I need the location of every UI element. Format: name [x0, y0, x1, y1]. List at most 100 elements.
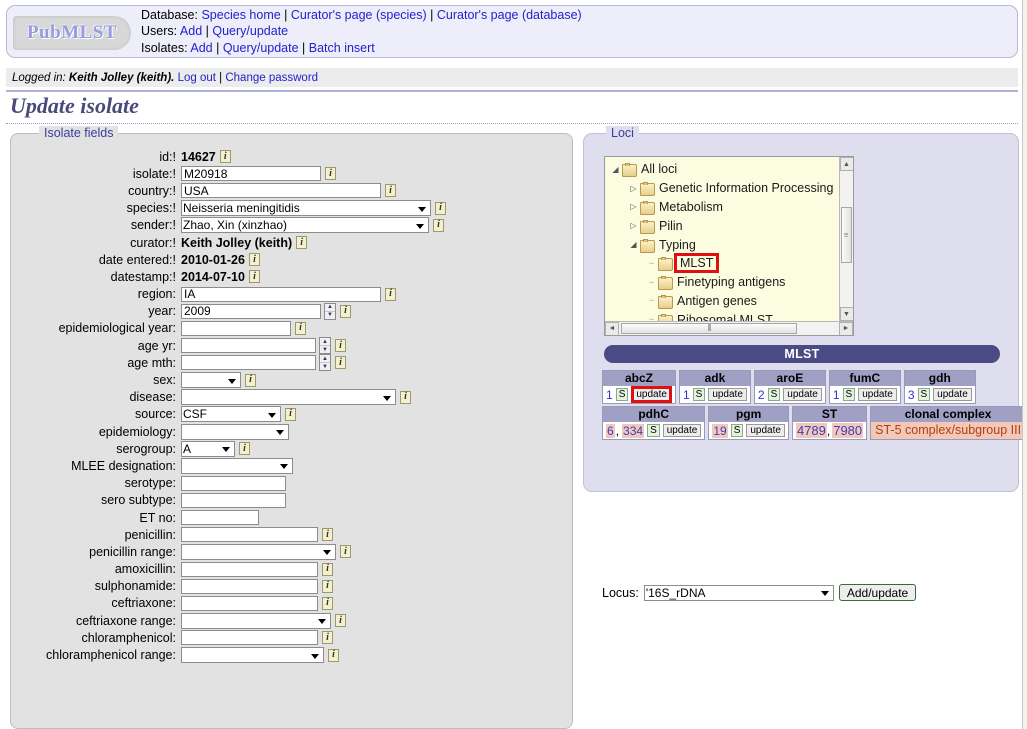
tree-collapse-icon[interactable]: ▷	[627, 202, 640, 211]
allele-number[interactable]: 6	[606, 423, 615, 438]
tree-leaf-icon[interactable]: ┄	[645, 296, 658, 305]
field-select[interactable]	[181, 372, 241, 389]
field-input[interactable]	[181, 475, 286, 491]
field-select[interactable]: Neisseria meningitidis	[181, 200, 431, 217]
field-select[interactable]: CSF	[181, 406, 281, 423]
tree-node-label[interactable]: Antigen genes	[677, 294, 757, 308]
allele-number[interactable]: 2	[758, 388, 765, 402]
tree-collapse-icon[interactable]: ▷	[627, 221, 640, 230]
tree-node[interactable]: ┄ MLST	[609, 253, 839, 274]
scroll-left-arrow-icon[interactable]: ◄	[605, 321, 619, 335]
field-select[interactable]	[181, 612, 331, 629]
sequence-button[interactable]: S	[692, 388, 706, 401]
info-icon[interactable]: i	[285, 407, 296, 421]
sequence-button[interactable]: S	[730, 424, 744, 437]
sequence-button[interactable]: S	[647, 424, 660, 437]
field-select-wrapper[interactable]: CSF	[181, 406, 281, 423]
link-species-home[interactable]: Species home	[201, 8, 280, 22]
info-icon[interactable]: i	[248, 270, 260, 284]
field-input[interactable]	[181, 183, 381, 199]
allele-update-button[interactable]: update	[662, 424, 702, 437]
spinner-down-icon[interactable]: ▼	[325, 312, 335, 319]
add-update-button[interactable]: Add/update	[838, 584, 917, 601]
info-icon[interactable]: i	[322, 579, 333, 593]
tree-horizontal-scrollbar[interactable]: ◄ ►	[605, 321, 853, 335]
change-password-link[interactable]: Change password	[225, 72, 318, 84]
field-select[interactable]	[181, 543, 336, 560]
horizontal-scroll-track[interactable]	[619, 322, 839, 336]
info-icon[interactable]: i	[433, 218, 444, 232]
allele-number[interactable]: 3	[908, 388, 915, 402]
tree-node[interactable]: ▷ Genetic Information Processing	[609, 179, 839, 198]
field-select-wrapper[interactable]: Zhao, Xin (xinzhao)	[181, 217, 429, 234]
info-icon[interactable]: i	[335, 614, 346, 628]
allele-number[interactable]: 19	[712, 423, 728, 438]
sequence-button[interactable]: S	[615, 388, 629, 401]
tree-node[interactable]: ▷ Pilin	[609, 216, 839, 235]
field-input[interactable]	[181, 320, 291, 336]
tree-node-label[interactable]: Metabolism	[659, 200, 723, 214]
tree-node[interactable]: ▷ Metabolism	[609, 198, 839, 217]
allele-update-button[interactable]: update	[746, 424, 785, 437]
tree-node-label[interactable]: Genetic Information Processing	[659, 181, 833, 195]
info-icon[interactable]: i	[245, 373, 256, 387]
sequence-button[interactable]: S	[767, 388, 781, 401]
field-select-wrapper[interactable]: Neisseria meningitidis	[181, 200, 431, 217]
tree-expand-icon[interactable]: ◢	[609, 165, 622, 174]
info-icon[interactable]: i	[219, 150, 231, 164]
info-icon[interactable]: i	[335, 356, 346, 370]
spinner-down-icon[interactable]: ▼	[320, 346, 330, 353]
horizontal-scroll-thumb[interactable]	[621, 322, 797, 334]
allele-number[interactable]: 1	[683, 388, 690, 402]
field-input[interactable]	[181, 303, 321, 319]
info-icon[interactable]: i	[322, 631, 333, 645]
info-icon[interactable]: i	[335, 339, 346, 353]
info-icon[interactable]: i	[295, 321, 306, 335]
tree-node-label[interactable]: Finetyping antigens	[677, 275, 785, 289]
link-users-query-update[interactable]: Query/update	[212, 24, 288, 38]
scroll-right-arrow-icon[interactable]: ►	[839, 321, 853, 335]
field-select-wrapper[interactable]	[181, 647, 324, 664]
allele-number[interactable]: 1	[833, 388, 840, 402]
tree-vertical-scrollbar[interactable]: ▲ ▼	[839, 157, 853, 321]
spinner-up-icon[interactable]: ▲	[325, 304, 335, 312]
link-users-add[interactable]: Add	[180, 24, 202, 38]
vertical-scroll-thumb[interactable]	[840, 207, 852, 263]
spinner-control[interactable]: ▲ ▼	[324, 302, 336, 320]
tree-node-label[interactable]: MLST	[674, 253, 720, 274]
field-select[interactable]	[181, 457, 293, 474]
info-icon[interactable]: i	[328, 648, 339, 662]
tree-node-label[interactable]: All loci	[641, 162, 677, 176]
field-select-wrapper[interactable]	[181, 389, 396, 406]
link-isolates-batch-insert[interactable]: Batch insert	[309, 41, 375, 55]
field-select[interactable]: A	[181, 440, 235, 457]
field-select-wrapper[interactable]	[181, 372, 241, 389]
tree-leaf-icon[interactable]: ┄	[645, 259, 658, 268]
field-select[interactable]	[181, 423, 289, 440]
field-select-wrapper[interactable]	[181, 457, 293, 474]
st-value[interactable]: 4789	[795, 423, 827, 438]
link-isolates-add[interactable]: Add	[190, 41, 212, 55]
info-icon[interactable]: i	[400, 390, 411, 404]
tree-node[interactable]: ┄ Finetyping antigens	[609, 273, 839, 292]
sequence-button[interactable]: S	[842, 388, 856, 401]
field-input[interactable]	[181, 286, 381, 302]
allele-number[interactable]: 1	[606, 388, 613, 402]
link-curator-page-species[interactable]: Curator's page (species)	[291, 8, 427, 22]
allele-update-button[interactable]: update	[708, 388, 747, 401]
field-select[interactable]	[181, 389, 396, 406]
tree-node[interactable]: ┄ Antigen genes	[609, 292, 839, 311]
info-icon[interactable]: i	[325, 167, 336, 181]
spinner-control[interactable]: ▲ ▼	[319, 354, 331, 372]
tree-node[interactable]: ◢ Typing	[609, 235, 839, 254]
field-input[interactable]	[181, 630, 318, 646]
scroll-up-arrow-icon[interactable]: ▲	[839, 157, 853, 171]
allele-update-button[interactable]: update	[783, 388, 822, 401]
locus-select-wrapper[interactable]: '16S_rDNA	[643, 584, 834, 601]
spinner-up-icon[interactable]: ▲	[320, 355, 330, 364]
field-input[interactable]	[181, 561, 318, 577]
info-icon[interactable]: i	[296, 236, 308, 250]
info-icon[interactable]: i	[239, 442, 250, 456]
spinner-up-icon[interactable]: ▲	[320, 338, 330, 347]
field-input[interactable]	[181, 338, 316, 354]
